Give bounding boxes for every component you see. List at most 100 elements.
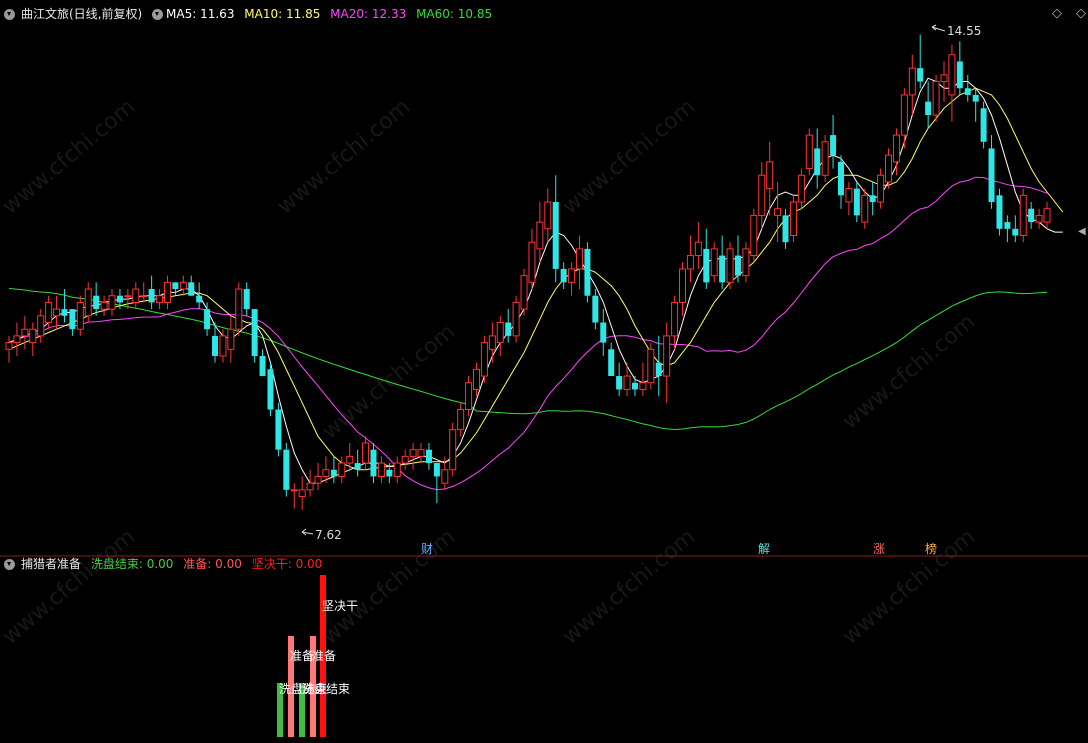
watermark-3: www.cfchi.com (558, 94, 700, 219)
candle-down (69, 309, 76, 330)
candle-up (53, 308, 61, 317)
candle-down (925, 101, 932, 116)
candle-down (869, 195, 876, 203)
candle-up (940, 74, 948, 83)
candle-up (37, 315, 45, 337)
candle-down (956, 61, 963, 89)
candle-up (679, 268, 687, 303)
candle-down (608, 349, 615, 377)
candle-up (45, 301, 53, 324)
candle-down (1004, 222, 1011, 229)
collapse-arrow-icon[interactable]: ◀ (1078, 226, 1086, 237)
candle-up (156, 295, 164, 303)
candle-down (251, 309, 258, 356)
candle-up (797, 174, 805, 203)
candle-down (283, 449, 290, 490)
candle-up (528, 241, 536, 283)
candle-up (932, 81, 940, 116)
candle-down (782, 215, 789, 243)
candle-up (877, 174, 885, 203)
candle-down (655, 362, 662, 377)
ma20-polyline (8, 176, 1048, 491)
indicator-menu-icon[interactable] (4, 559, 15, 570)
candle-up (908, 67, 916, 96)
candle-up (219, 335, 227, 357)
marker-cai: 财 (421, 542, 433, 556)
candle-down (196, 295, 203, 303)
candle-up (710, 248, 718, 277)
candle-up (726, 248, 734, 283)
ma60-polyline (8, 287, 1048, 431)
candle-up (750, 214, 758, 257)
candle-up (140, 295, 148, 298)
candle-down (853, 188, 860, 216)
candle-up (179, 281, 187, 290)
candle-down (433, 463, 440, 477)
sub-legend: 捕猎者准备 洗盘结束: 0.00 准备: 0.00 坚决干: 0.00 (4, 555, 328, 573)
candle-down (560, 268, 567, 283)
marker-jie: 解 (758, 542, 770, 556)
candle-up (805, 134, 813, 170)
candle-up (377, 462, 385, 477)
watermark-9: www.cfchi.com (838, 524, 980, 649)
candle-up (480, 342, 488, 377)
candle-up (401, 455, 409, 464)
ma-settings-icon[interactable] (152, 9, 164, 20)
candle-down (267, 369, 274, 410)
expand-arrow-icon[interactable]: ◇ (1076, 6, 1086, 21)
candle-up (227, 328, 235, 350)
candle-up (457, 409, 465, 431)
candle-up (235, 288, 243, 330)
wash-label-2: 洗盘结束 (302, 681, 350, 696)
candle-up (441, 469, 449, 484)
low-arrow (301, 528, 314, 536)
candle-up (1043, 208, 1051, 223)
candle-up (5, 342, 13, 350)
kline-chart: www.cfchi.com www.cfchi.com www.cfchi.co… (0, 24, 1088, 737)
watermark-8: www.cfchi.com (558, 524, 700, 649)
candle-up (623, 375, 631, 390)
candle-up (1035, 214, 1043, 223)
candle-up (544, 201, 552, 230)
wash-legend: 洗盘结束: 0.00 (90, 557, 174, 571)
high-arrow (931, 24, 946, 32)
candle-up (671, 301, 679, 337)
ma10-legend: MA10: 11.85 (244, 7, 321, 21)
candle-down (964, 88, 971, 95)
ready-label-2: 准备 (312, 649, 336, 663)
candle-down (354, 463, 361, 470)
candle-down (719, 255, 726, 283)
candle-down (917, 68, 924, 82)
candle-down (61, 309, 68, 316)
ma20-line (8, 176, 1048, 491)
candle-up (647, 348, 655, 384)
main-legend: 曲江文旅(日线,前复权) MA5: 11.63 MA10: 11.85 MA20… (4, 5, 498, 23)
candle-up (900, 94, 908, 136)
stock-title: 曲江文旅(日线,前复权) (21, 7, 143, 21)
candle-up (663, 335, 671, 377)
candle-up (29, 328, 37, 344)
candle-down (172, 282, 179, 290)
candle-up (742, 248, 750, 277)
candle-up (108, 295, 116, 310)
candle-up (758, 174, 766, 216)
candle-down (330, 469, 337, 477)
candle-up (449, 429, 457, 471)
ma20-legend: MA20: 12.33 (330, 7, 407, 21)
candle-up (76, 301, 84, 330)
candle-up (568, 268, 576, 283)
candle-up (520, 275, 528, 310)
settings-diamond-icon[interactable]: ◇ (1052, 6, 1062, 21)
ma5-legend: MA5: 11.63 (166, 7, 235, 21)
candle-down (734, 255, 741, 276)
watermark-2: www.cfchi.com (273, 94, 415, 219)
candle-down (988, 148, 995, 203)
candle-down (616, 376, 623, 390)
watermark-6: www.cfchi.com (0, 524, 140, 649)
candle-up (346, 455, 354, 464)
low-price-label: 7.62 (315, 528, 342, 542)
main-menu-icon[interactable] (4, 9, 15, 20)
candle-down (703, 248, 710, 283)
candle-down (243, 289, 250, 310)
candle-up (298, 489, 306, 498)
